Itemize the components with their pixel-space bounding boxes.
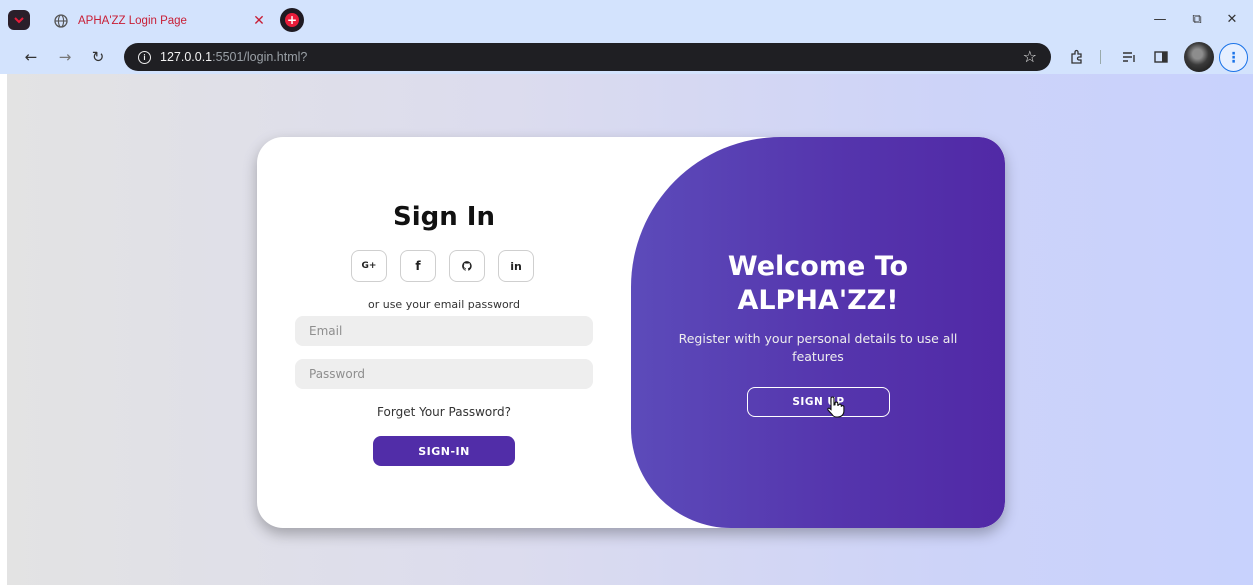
facebook-icon: f — [415, 259, 421, 273]
google-plus-button[interactable]: G+ — [351, 250, 387, 282]
email-field[interactable] — [295, 316, 593, 346]
restore-icon[interactable]: ⧉ — [1187, 10, 1207, 30]
address-bar[interactable]: i 127.0.0.1:5501/login.html? ☆ — [124, 43, 1051, 71]
bookmark-star-icon[interactable]: ☆ — [1023, 47, 1037, 66]
github-button[interactable] — [449, 250, 485, 282]
url-host: 127.0.0.1 — [160, 50, 213, 64]
tab-title: APHA'ZZ Login Page — [78, 15, 187, 27]
reading-list-icon[interactable] — [1118, 46, 1140, 68]
facebook-button[interactable]: f — [400, 250, 436, 282]
welcome-panel: Welcome To ALPHA'ZZ! Register with your … — [631, 137, 1005, 528]
side-panel-icon[interactable] — [1150, 46, 1172, 68]
more-menu-icon[interactable]: ⋮ — [1219, 43, 1248, 72]
browser-tab[interactable]: APHA'ZZ Login Page ✕ — [40, 6, 272, 36]
new-tab-button[interactable]: + — [280, 8, 304, 32]
page-viewport: Sign In G+ f in or use your email passwo… — [7, 74, 1253, 585]
close-window-icon[interactable]: ✕ — [1222, 10, 1242, 30]
hand-cursor-icon — [827, 396, 845, 418]
reload-icon[interactable]: ↻ — [87, 46, 109, 68]
back-icon[interactable]: ← — [20, 46, 42, 68]
github-icon — [462, 261, 472, 271]
signin-button[interactable]: SIGN-IN — [373, 436, 515, 466]
welcome-title-line2: ALPHA'ZZ! — [737, 285, 899, 316]
browser-toolbar: ← → ↻ i 127.0.0.1:5501/login.html? ☆ — [0, 40, 1253, 74]
signin-panel: Sign In G+ f in or use your email passwo… — [257, 137, 631, 528]
welcome-text: Register with your personal details to u… — [678, 331, 958, 364]
toolbar-divider — [1100, 50, 1101, 64]
linkedin-icon: in — [510, 259, 522, 273]
browser-titlebar: APHA'ZZ Login Page ✕ + — ⧉ ✕ — [0, 0, 1253, 40]
signin-title: Sign In — [393, 202, 495, 232]
linkedin-button[interactable]: in — [498, 250, 534, 282]
info-icon[interactable]: i — [138, 50, 151, 64]
tab-close-icon[interactable]: ✕ — [252, 14, 266, 28]
profile-avatar[interactable] — [1184, 42, 1214, 72]
minimize-icon[interactable]: — — [1150, 10, 1170, 30]
plus-icon: + — [285, 13, 299, 27]
password-field[interactable] — [295, 359, 593, 389]
chevron-down-icon — [14, 17, 24, 24]
forgot-password-link[interactable]: Forget Your Password? — [257, 405, 631, 419]
alt-signin-text: or use your email password — [367, 298, 520, 311]
google-plus-icon: G+ — [361, 261, 377, 271]
globe-icon — [54, 14, 68, 28]
login-card: Sign In G+ f in or use your email passwo… — [257, 137, 1005, 528]
tab-search-button[interactable] — [8, 10, 30, 30]
social-buttons: G+ f in — [351, 250, 547, 282]
forward-icon[interactable]: → — [54, 46, 76, 68]
welcome-title-line1: Welcome To — [727, 251, 909, 282]
url-path: :5501/login.html? — [212, 50, 308, 64]
extensions-icon[interactable] — [1066, 46, 1088, 68]
signup-button[interactable]: SIGN UP — [747, 387, 890, 417]
welcome-title: Welcome To ALPHA'ZZ! — [631, 250, 1005, 318]
